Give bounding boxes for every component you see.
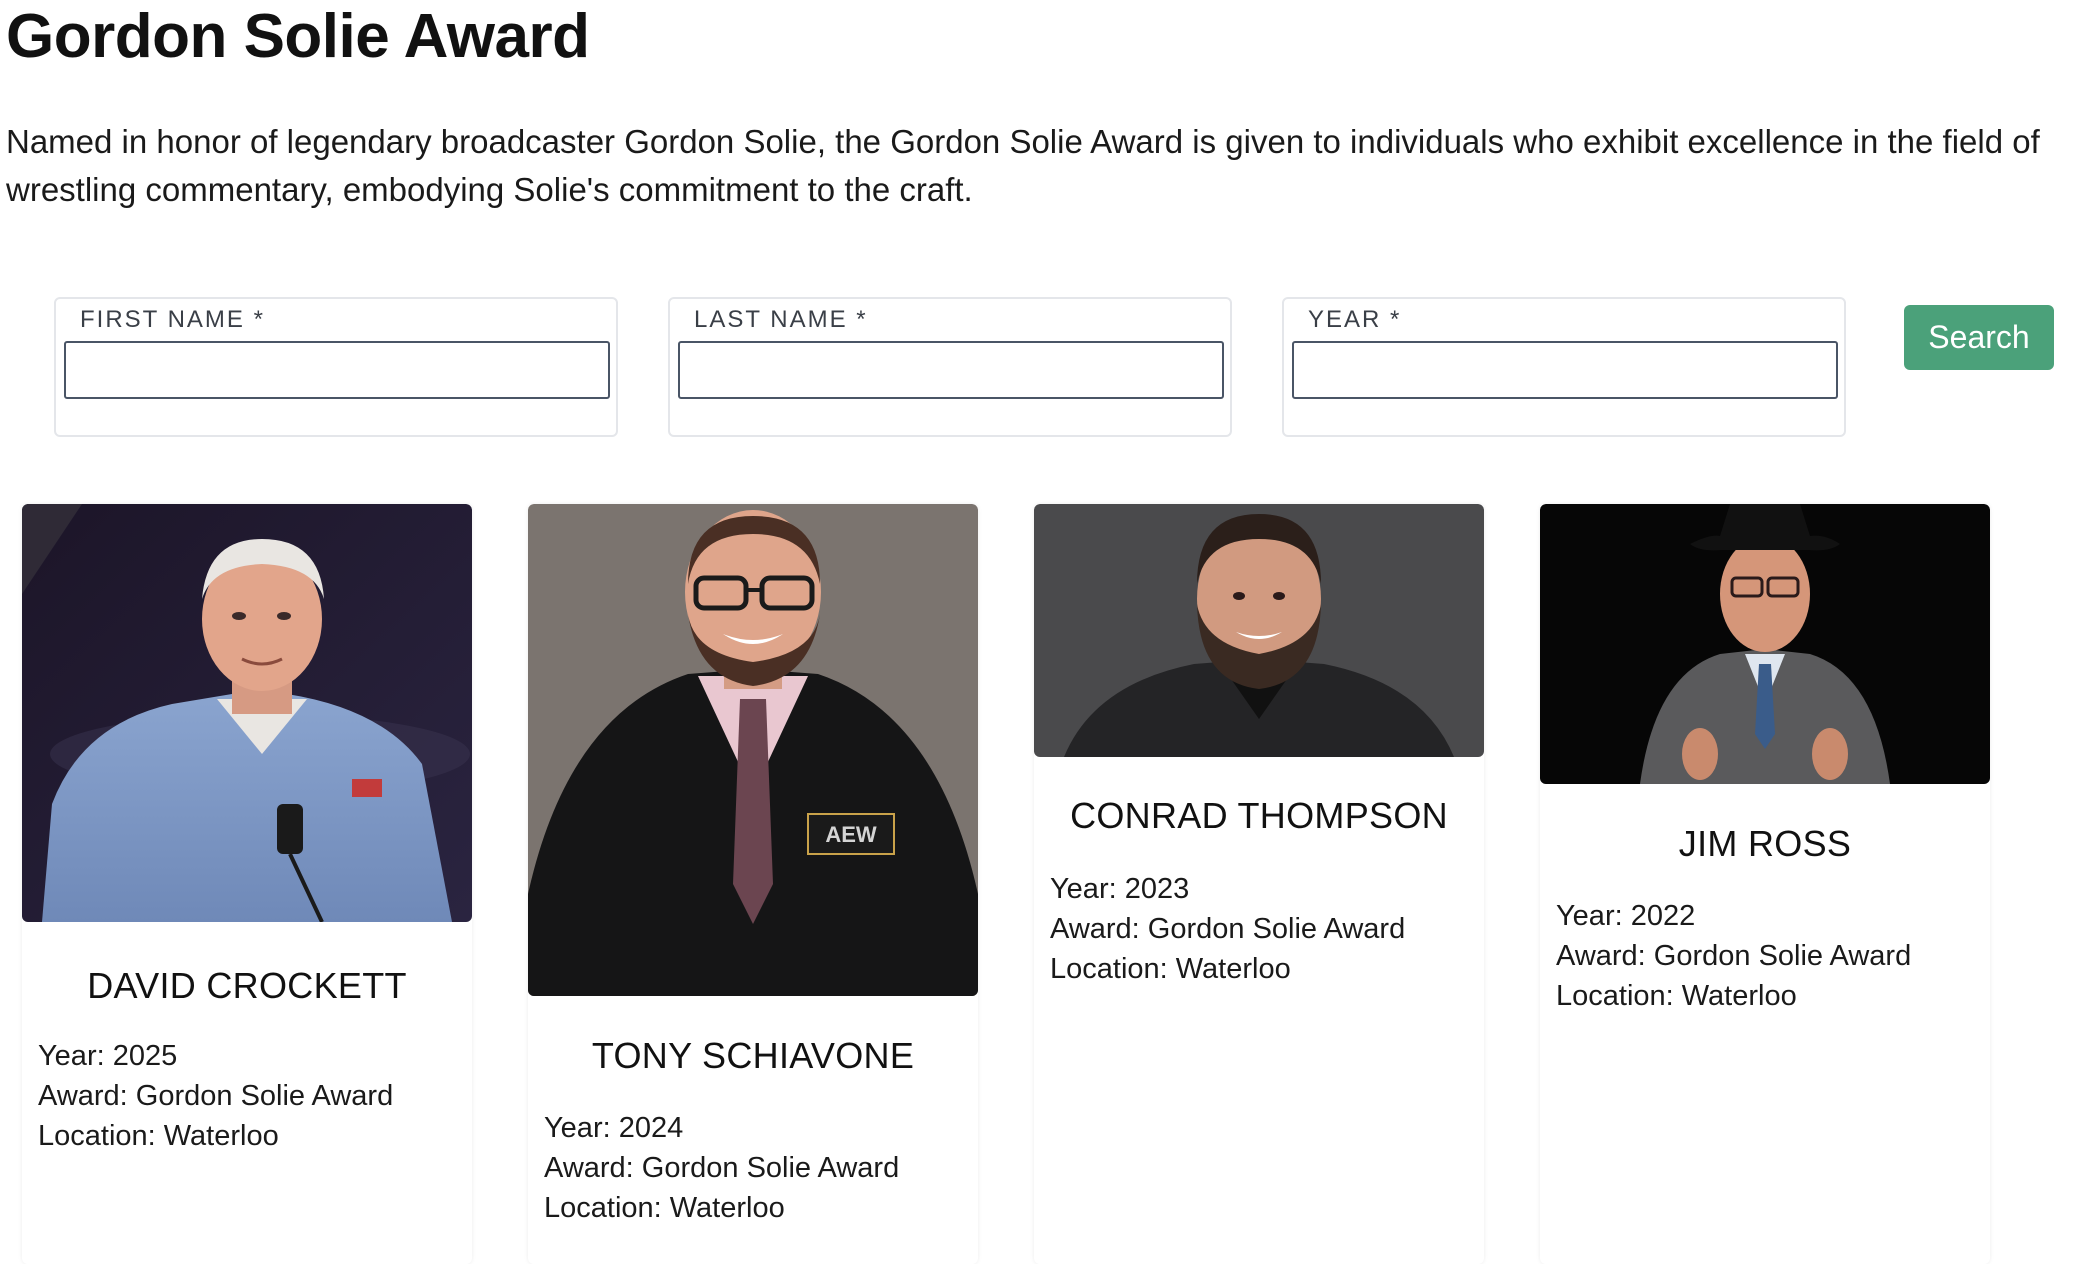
page-title: Gordon Solie Award <box>6 2 590 71</box>
inductee-card[interactable]: DAVID CROCKETT Year: 2025 Award: Gordon … <box>22 504 472 1264</box>
last-name-input[interactable] <box>678 341 1224 399</box>
inductee-card[interactable]: JIM ROSS Year: 2022 Award: Gordon Solie … <box>1540 504 1990 1264</box>
first-name-field-group: FIRST NAME * <box>54 297 618 437</box>
inductee-details: Year: 2025 Award: Gordon Solie Award Loc… <box>38 1036 393 1156</box>
inductee-name: TONY SCHIAVONE <box>591 1035 915 1076</box>
inductee-photo <box>1540 504 1990 784</box>
inductee-location: Location: Waterloo <box>1556 980 1797 1012</box>
inductee-photo: AEW <box>528 504 978 996</box>
year-label: YEAR * <box>1308 306 1402 333</box>
inductee-location: Location: Waterloo <box>38 1120 279 1152</box>
inductee-name: DAVID CROCKETT <box>87 965 407 1006</box>
inductee-name: JIM ROSS <box>1678 823 1852 864</box>
inductee-name: CONRAD THOMPSON <box>1070 795 1448 836</box>
inductee-details: Year: 2024 Award: Gordon Solie Award Loc… <box>544 1108 899 1228</box>
search-button[interactable]: Search <box>1904 305 2054 370</box>
person-photo-icon <box>22 504 472 922</box>
inductee-details: Year: 2023 Award: Gordon Solie Award Loc… <box>1050 869 1405 989</box>
inductee-photo <box>1034 504 1484 757</box>
inductee-details: Year: 2022 Award: Gordon Solie Award Loc… <box>1556 896 1911 1016</box>
inductee-award: Award: Gordon Solie Award <box>38 1080 394 1112</box>
person-photo-icon: AEW <box>528 504 978 996</box>
inductee-card[interactable]: AEW TONY SCHIAVONE Year: 2024 Award: Gor… <box>528 504 978 1264</box>
inductee-location: Location: Waterloo <box>1050 953 1291 985</box>
first-name-input[interactable] <box>64 341 610 399</box>
inductee-photo <box>22 504 472 922</box>
first-name-label: FIRST NAME * <box>80 306 265 333</box>
inductee-year: Year: 2024 <box>544 1112 684 1144</box>
person-photo-icon <box>1034 504 1484 757</box>
inductee-award: Award: Gordon Solie Award <box>1556 940 1912 972</box>
year-field-group: YEAR * <box>1282 297 1846 437</box>
last-name-field-group: LAST NAME * <box>668 297 1232 437</box>
inductee-card[interactable]: CONRAD THOMPSON Year: 2023 Award: Gordon… <box>1034 504 1484 1264</box>
inductee-year: Year: 2025 <box>38 1040 178 1072</box>
last-name-label: LAST NAME * <box>694 306 868 333</box>
inductee-location: Location: Waterloo <box>544 1192 785 1224</box>
inductee-award: Award: Gordon Solie Award <box>1050 913 1406 945</box>
svg-text:AEW: AEW <box>825 822 877 847</box>
year-input[interactable] <box>1292 341 1838 399</box>
inductee-year: Year: 2023 <box>1050 873 1190 905</box>
page-description: Named in honor of legendary broadcaster … <box>6 123 2040 208</box>
inductee-award: Award: Gordon Solie Award <box>544 1152 900 1184</box>
inductee-year: Year: 2022 <box>1556 900 1696 932</box>
person-photo-icon <box>1540 504 1990 784</box>
